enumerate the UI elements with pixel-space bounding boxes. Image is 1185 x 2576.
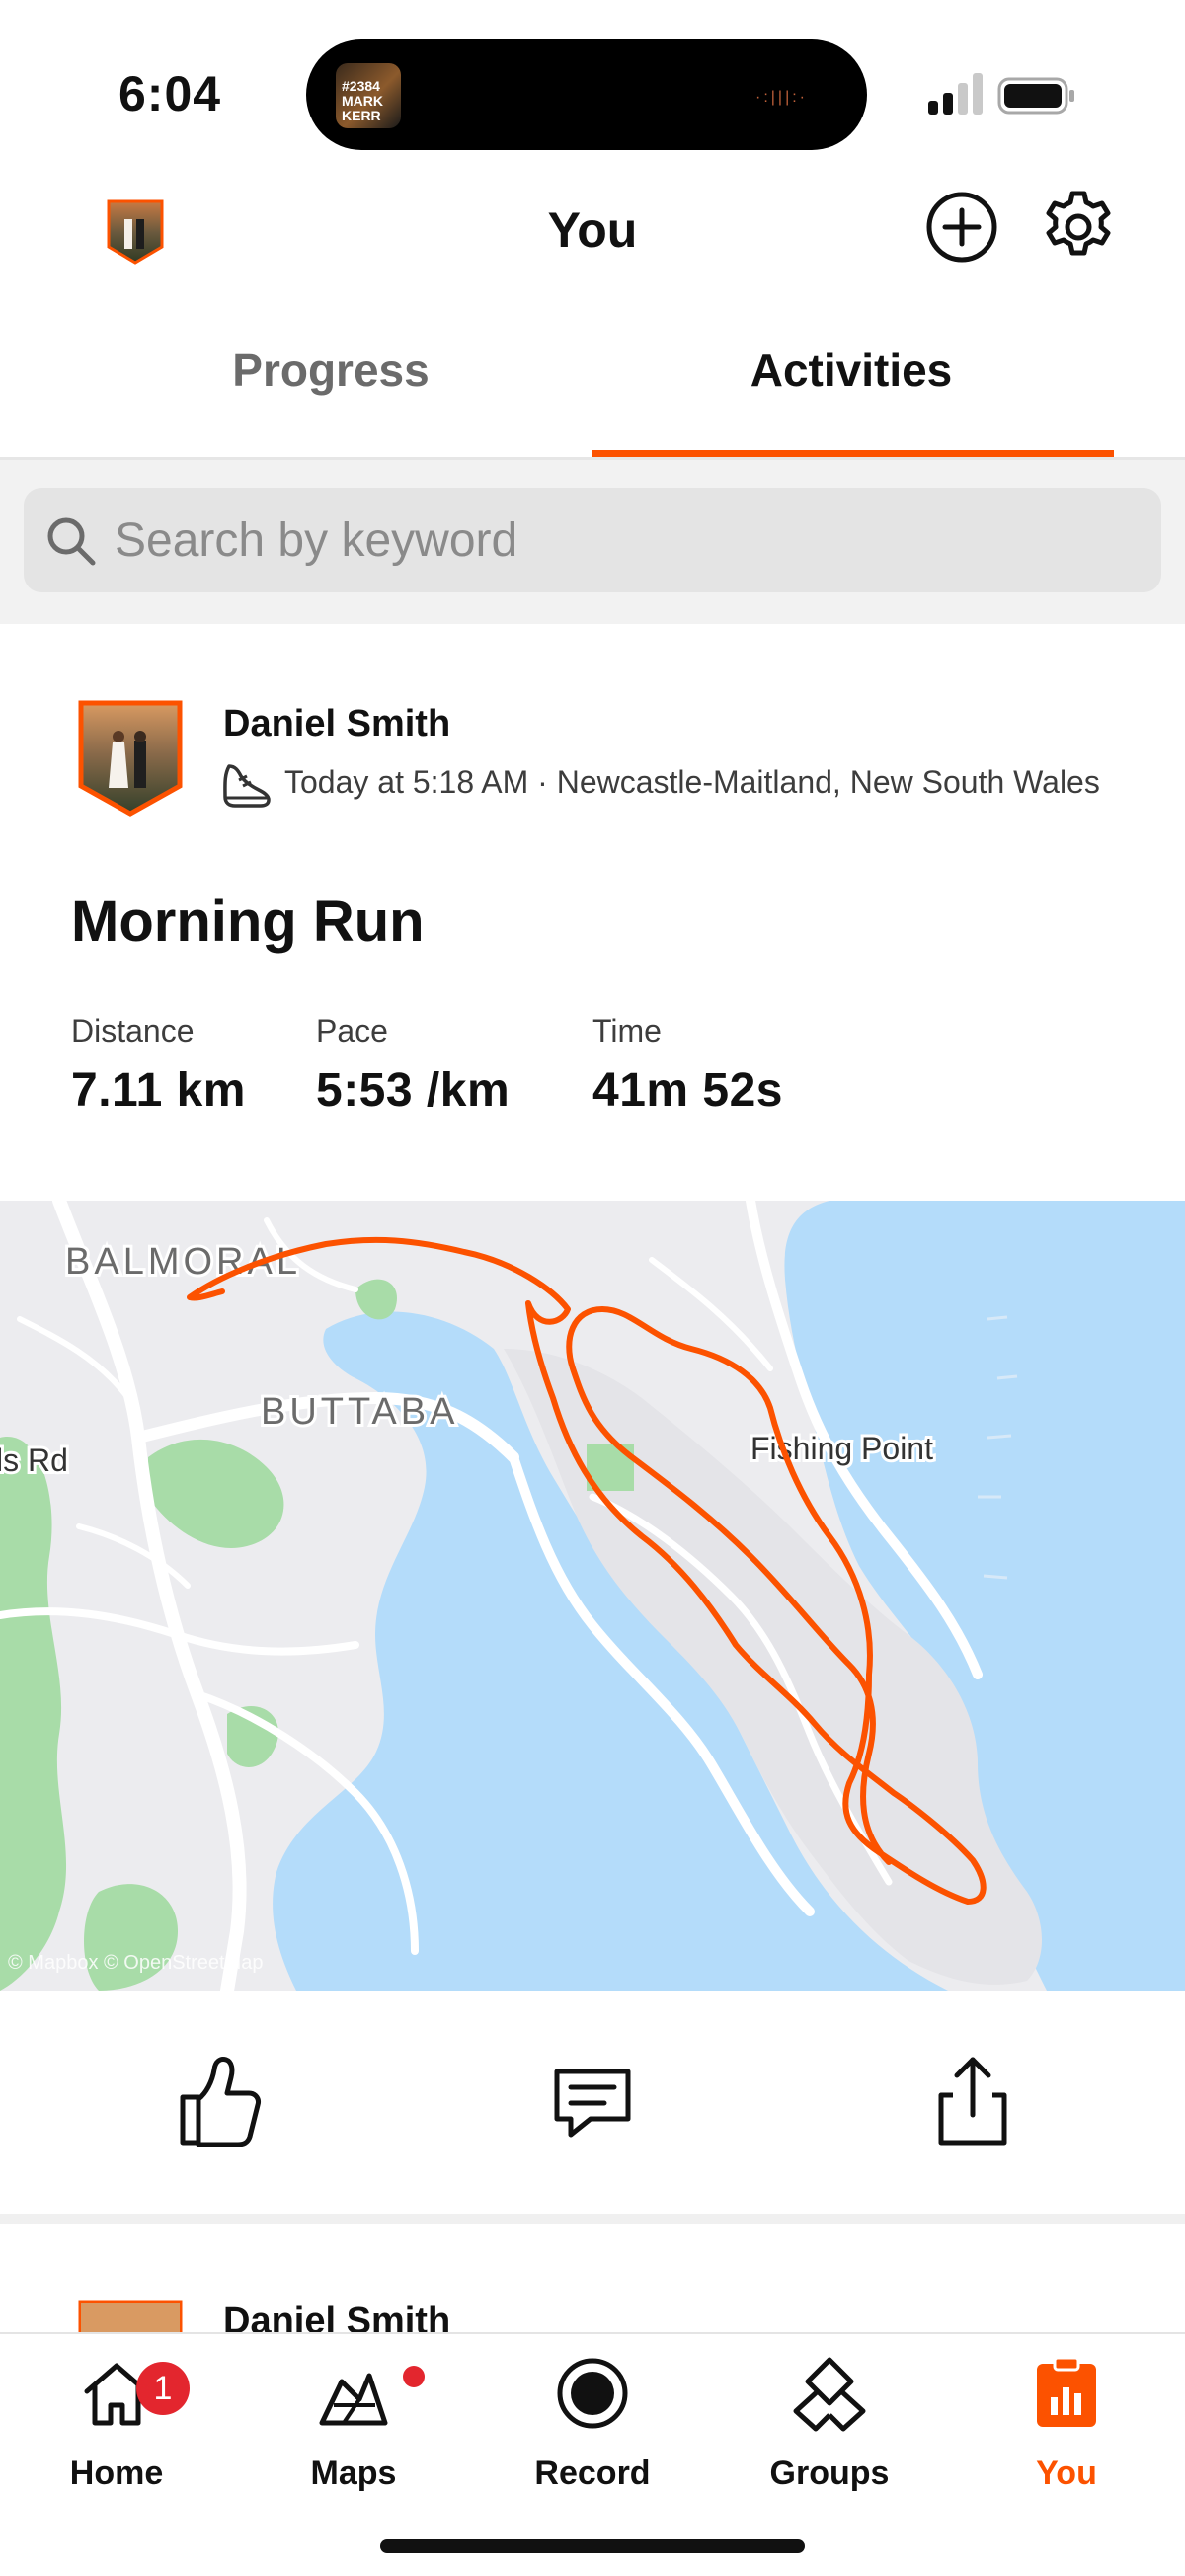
status-time: 6:04 (118, 66, 222, 121)
dynamic-island[interactable]: #2384 MARK KERR ·:|||:· (306, 39, 867, 150)
share-icon[interactable] (913, 2040, 1032, 2158)
nav-groups[interactable]: Groups (711, 2354, 948, 2522)
activity-title[interactable]: Morning Run (71, 889, 425, 955)
stat-value: 5:53 /km (316, 1064, 511, 1117)
athlete-avatar[interactable] (77, 2299, 184, 2332)
map-label-buttaba: BUTTABA (261, 1391, 458, 1433)
feed-divider (0, 2214, 1185, 2224)
map-attribution: © Mapbox © OpenStreetMap (8, 1952, 264, 1974)
status-bar: 6:04 #2384 MARK KERR ·:|||:· (0, 0, 1185, 188)
record-icon (557, 2358, 628, 2429)
nav-label: Groups (769, 2455, 890, 2492)
nav-home[interactable]: 1 Home (0, 2354, 235, 2522)
nav-maps[interactable]: Maps (235, 2354, 472, 2522)
nav-label: Record (534, 2455, 651, 2492)
cellular-signal-icon (928, 73, 983, 115)
app-header: You (0, 188, 1185, 306)
now-playing-artwork: #2384 MARK KERR (336, 63, 401, 128)
search-section (0, 460, 1185, 624)
gear-icon[interactable] (1039, 188, 1118, 267)
you-activities-screen: 6:04 #2384 MARK KERR ·:|||:· You Progres… (0, 0, 1185, 2576)
stat-pace: Pace 5:53 /km (316, 1013, 510, 1118)
you-icon (1037, 2356, 1096, 2427)
thumbs-up-icon[interactable] (153, 2040, 272, 2158)
tab-activities[interactable]: Activities (555, 344, 1147, 397)
nav-record[interactable]: Record (474, 2354, 711, 2522)
activity-card[interactable]: Daniel Smith Today at 5:18 AM · Newcastl… (0, 624, 1185, 2214)
nav-label: Home (69, 2455, 164, 2492)
map-label-road: ls Rd (0, 1443, 68, 1478)
stat-distance: Distance 7.11 km (71, 1013, 246, 1118)
route-map[interactable]: BALMORAL BUTTABA ls Rd Fishing Point © M… (0, 1201, 1185, 1991)
maps-icon (319, 2373, 388, 2426)
home-indicator[interactable] (380, 2539, 805, 2553)
plus-circle-icon[interactable] (922, 188, 1001, 267)
search-icon (47, 517, 96, 566)
nav-you[interactable]: You (948, 2354, 1185, 2522)
athlete-avatar[interactable] (77, 699, 184, 818)
tab-progress[interactable]: Progress (35, 344, 627, 397)
nav-label: You (1036, 2455, 1097, 2492)
notification-dot (403, 2366, 425, 2387)
stat-label: Distance (71, 1013, 195, 1049)
activity-card[interactable]: Daniel Smith (0, 2224, 1185, 2332)
search-bar[interactable] (24, 488, 1161, 592)
comment-icon[interactable] (533, 2040, 652, 2158)
stat-value: 41m 52s (592, 1064, 783, 1117)
route-map-svg: BALMORAL BUTTABA ls Rd Fishing Point © M… (0, 1201, 1185, 1991)
running-shoe-icon (223, 764, 271, 808)
activity-actions (0, 1991, 1185, 2208)
activity-meta: Today at 5:18 AM · Newcastle-Maitland, N… (284, 764, 1100, 800)
athlete-name[interactable]: Daniel Smith (223, 703, 450, 745)
active-tab-indicator (592, 450, 1114, 457)
stat-value: 7.11 km (71, 1064, 246, 1117)
athlete-name[interactable]: Daniel Smith (223, 2301, 450, 2332)
notification-badge: 1 (136, 2362, 190, 2415)
segmented-tabs: Progress Activities (0, 326, 1185, 460)
now-playing-text: #2384 MARK KERR (342, 78, 383, 123)
stat-time: Time 41m 52s (592, 1013, 783, 1118)
stat-label: Time (592, 1013, 662, 1049)
groups-icon (793, 2357, 866, 2432)
stat-label: Pace (316, 1013, 388, 1049)
battery-icon (997, 77, 1074, 115)
page-title: You (547, 202, 638, 258)
nav-label: Maps (310, 2455, 397, 2492)
search-input[interactable] (115, 488, 1122, 592)
audio-waveform-icon: ·:|||:· (754, 89, 808, 106)
